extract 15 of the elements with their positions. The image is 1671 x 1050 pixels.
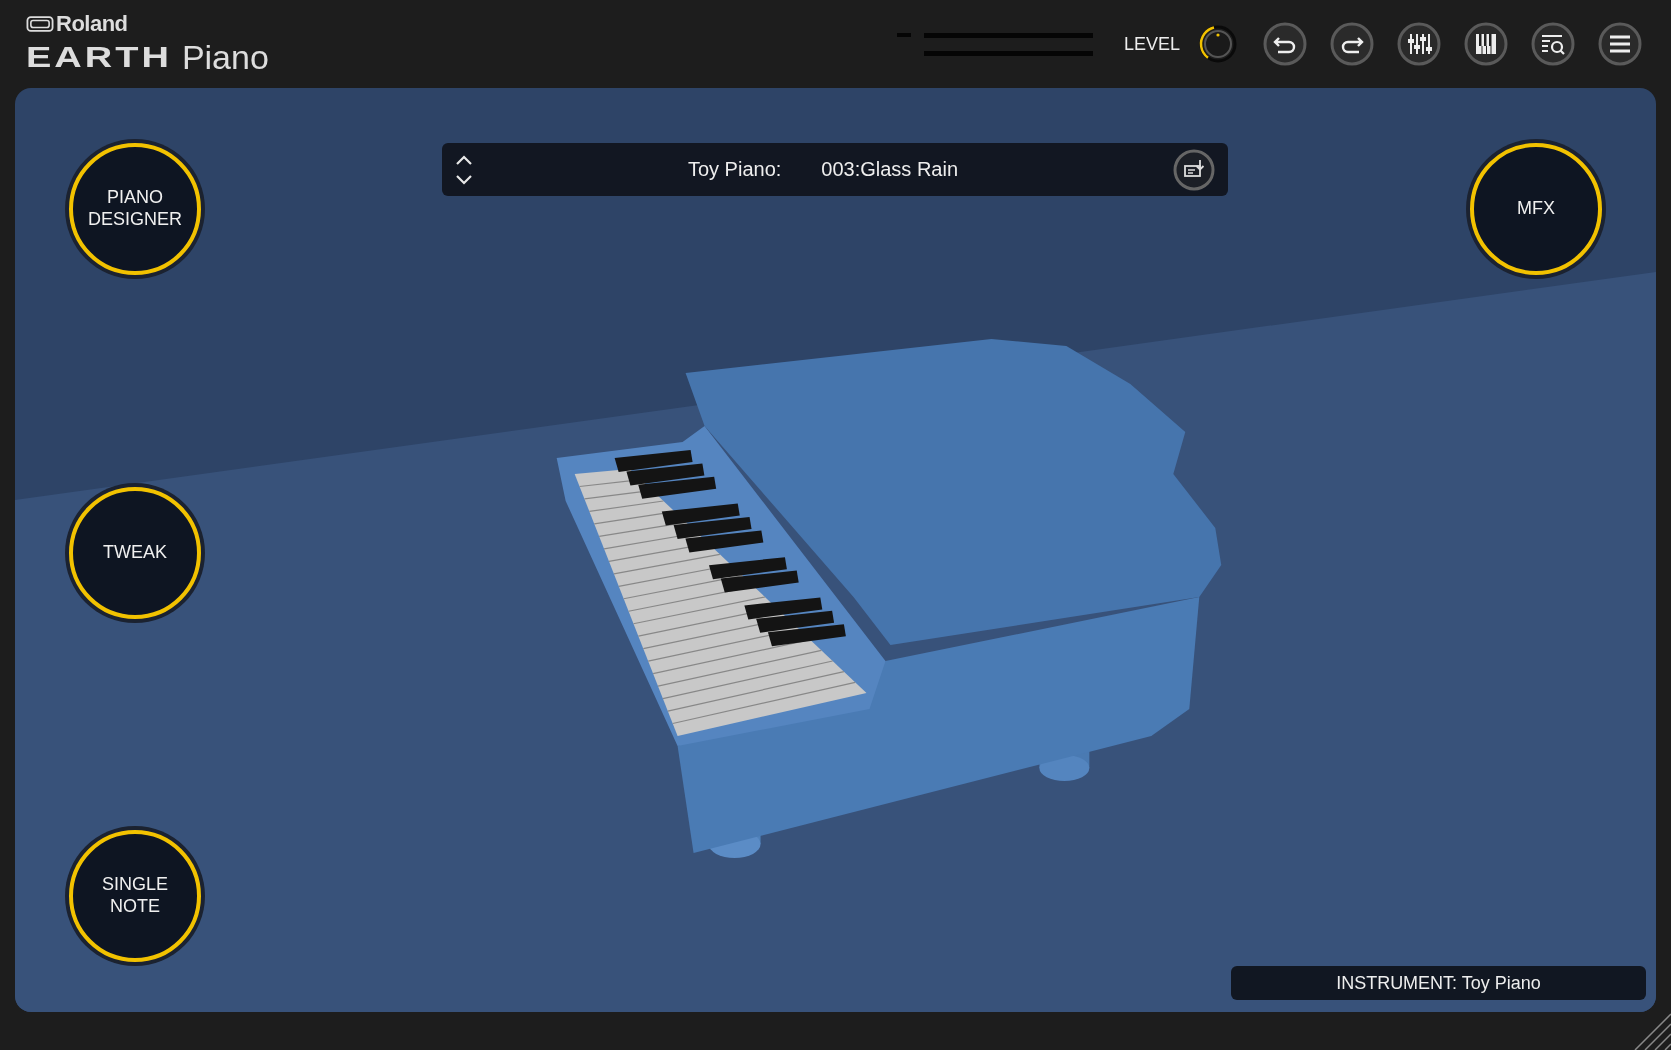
keyboard-icon[interactable] bbox=[1463, 21, 1509, 67]
search-list-icon[interactable] bbox=[1530, 21, 1576, 67]
instrument-label: INSTRUMENT: Toy Piano bbox=[1336, 972, 1541, 994]
product-name: EARTH bbox=[26, 38, 172, 74]
save-icon[interactable] bbox=[1172, 147, 1216, 192]
menu-icon[interactable] bbox=[1597, 21, 1643, 67]
undo-icon[interactable] bbox=[1262, 21, 1308, 67]
product-suffix: Piano bbox=[181, 37, 269, 77]
logo-icon bbox=[26, 15, 54, 32]
preset-name: 003:Glass Rain bbox=[821, 158, 959, 181]
redo-icon[interactable] bbox=[1329, 21, 1375, 67]
brand-name: Roland bbox=[56, 10, 128, 37]
mixer-icon[interactable] bbox=[1396, 21, 1442, 67]
level-label: LEVEL bbox=[1123, 33, 1180, 55]
preset-category: Toy Piano: bbox=[687, 158, 782, 181]
